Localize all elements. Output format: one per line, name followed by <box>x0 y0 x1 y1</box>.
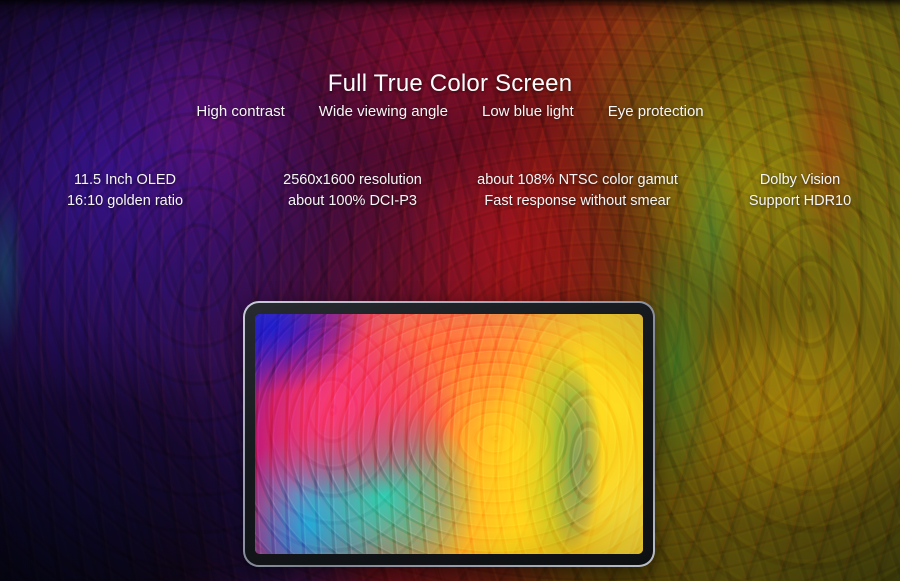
screen-wallpaper-blobs <box>255 314 643 554</box>
spec-line-hdr10: Support HDR10 <box>748 193 852 209</box>
screen-wallpaper-ripples-a <box>255 314 643 554</box>
spec-line-resolution: 2560x1600 resolution <box>283 172 422 188</box>
spec-column-hdr: Dolby Vision Support HDR10 <box>700 170 900 212</box>
tablet-device <box>243 301 655 567</box>
feature-tag-high-contrast: High contrast <box>196 103 285 120</box>
spec-line-aspect-ratio: 16:10 golden ratio <box>66 193 184 209</box>
spec-column-row: 11.5 Inch OLED 16:10 golden ratio 2560x1… <box>0 170 900 212</box>
spec-column-resolution: 2560x1600 resolution about 100% DCI-P3 <box>250 170 455 212</box>
feature-tag-row: High contrast Wide viewing angle Low blu… <box>0 103 900 120</box>
spec-line-dci-p3: about 100% DCI-P3 <box>288 193 417 209</box>
screen-wallpaper-base <box>255 314 643 554</box>
spec-column-color-gamut: about 108% NTSC color gamut Fast respons… <box>455 170 700 212</box>
screen-wallpaper-ripples-c <box>255 314 643 554</box>
feature-tag-wide-viewing-angle: Wide viewing angle <box>318 103 448 120</box>
spec-line-dolby-vision: Dolby Vision <box>759 172 841 188</box>
tablet-bezel <box>245 303 653 565</box>
spec-line-ntsc-gamut: about 108% NTSC color gamut <box>477 172 678 188</box>
screen-wallpaper-ripples-b <box>255 314 643 554</box>
feature-tag-eye-protection: Eye protection <box>607 103 704 120</box>
feature-tag-low-blue-light: Low blue light <box>482 103 574 120</box>
spec-line-panel-size: 11.5 Inch OLED <box>73 172 177 188</box>
screen-glass-gloss <box>255 314 643 554</box>
spec-line-fast-response: Fast response without smear <box>484 193 671 209</box>
product-banner: Full True Color Screen High contrast Wid… <box>0 0 900 581</box>
tablet-screen <box>255 314 643 554</box>
page-title: Full True Color Screen <box>327 70 573 98</box>
spec-column-display-panel: 11.5 Inch OLED 16:10 golden ratio <box>0 170 250 212</box>
